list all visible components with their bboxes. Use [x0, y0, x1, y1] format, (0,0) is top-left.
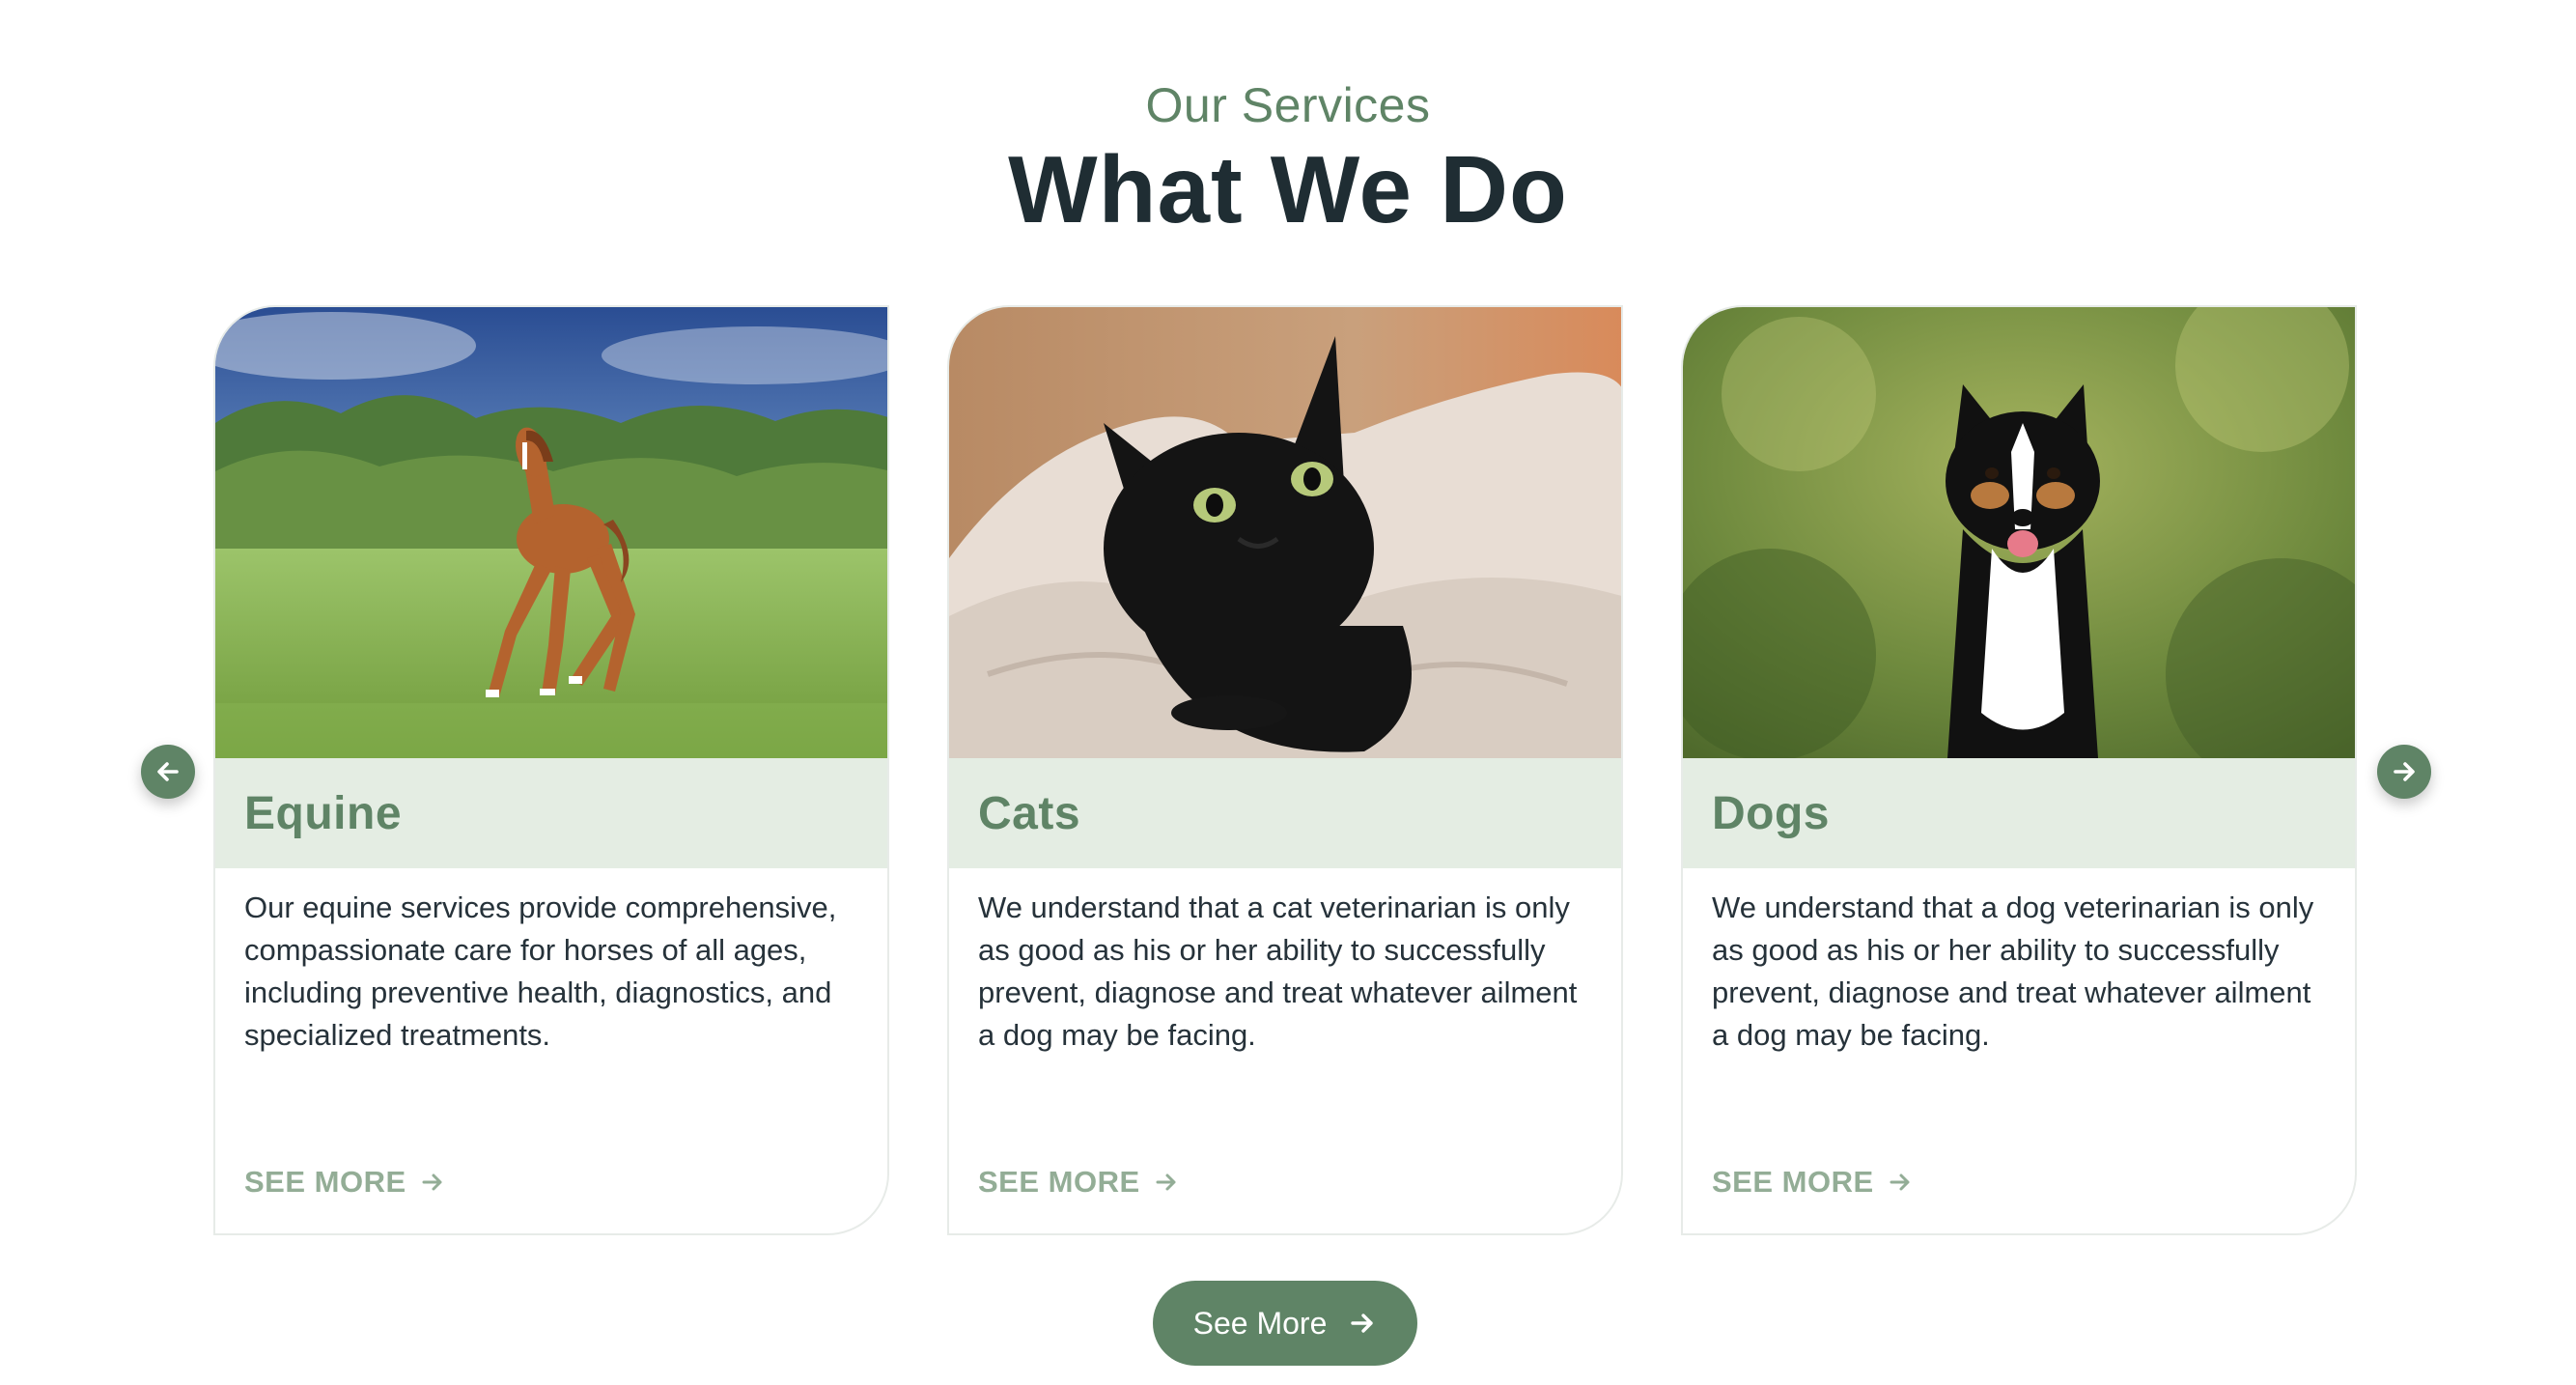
service-card-cats: Cats We understand that a cat veterinari…	[947, 305, 1623, 1235]
card-description: Our equine services provide comprehensiv…	[244, 890, 837, 1052]
arrow-right-icon	[1351, 1314, 1374, 1333]
service-card-equine: Equine Our equine services provide compr…	[213, 305, 889, 1235]
see-more-link-cats[interactable]: SEE MORE	[978, 1165, 1179, 1200]
services-section: Our Services What We Do Equine Our equin…	[0, 0, 2576, 1385]
card-title: Cats	[978, 788, 1081, 839]
card-title: Equine	[244, 788, 403, 839]
cats-photo	[949, 307, 1621, 758]
carousel-next-button[interactable]	[2377, 745, 2431, 799]
see-more-link-equine[interactable]: SEE MORE	[244, 1165, 445, 1200]
card-title: Dogs	[1712, 788, 1830, 839]
see-more-button[interactable]: See More	[1153, 1281, 1417, 1366]
see-more-link-dogs[interactable]: SEE MORE	[1712, 1165, 1913, 1200]
section-heading: What We Do	[1008, 136, 1568, 242]
see-more-label: SEE MORE	[978, 1165, 1140, 1199]
card-description: We understand that a cat veterinarian is…	[978, 890, 1578, 1052]
see-more-button-label: See More	[1192, 1305, 1328, 1341]
card-description: We understand that a dog veterinarian is…	[1712, 890, 2314, 1052]
arrow-right-icon	[1890, 1173, 1910, 1191]
see-more-label: SEE MORE	[1712, 1165, 1874, 1199]
section-eyebrow: Our Services	[1145, 78, 1431, 132]
dogs-photo	[1683, 307, 2355, 758]
carousel-prev-button[interactable]	[141, 745, 195, 799]
service-card-dogs: Dogs We understand that a dog veterinari…	[1681, 305, 2357, 1235]
arrow-right-icon	[1156, 1173, 1176, 1191]
see-more-label: SEE MORE	[244, 1165, 406, 1199]
arrow-left-icon	[157, 762, 179, 781]
arrow-right-icon	[2394, 762, 2415, 781]
equine-photo	[215, 307, 887, 758]
arrow-right-icon	[422, 1173, 442, 1191]
